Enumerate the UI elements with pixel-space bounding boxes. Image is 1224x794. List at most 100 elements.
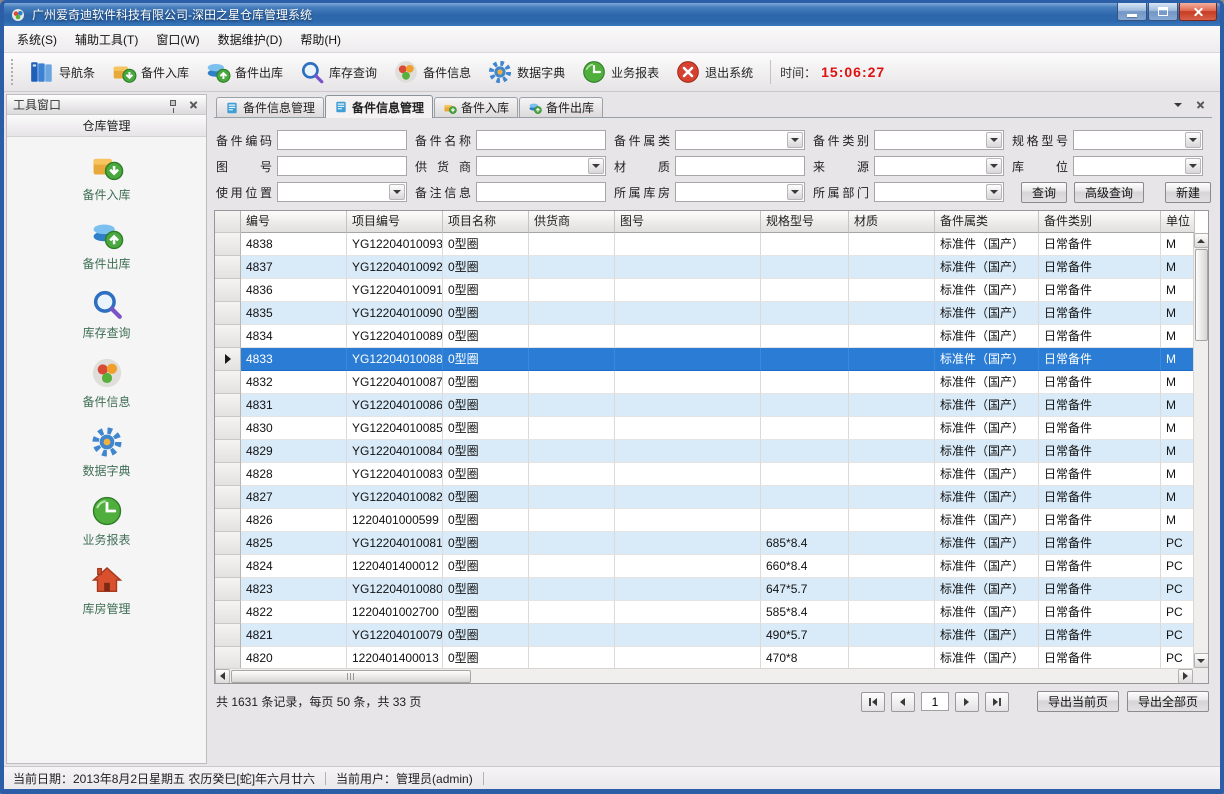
page-number-input[interactable] [921, 692, 949, 711]
tab-stock-in[interactable]: 备件入库 [434, 97, 518, 117]
prev-page-button[interactable] [891, 692, 915, 712]
column-header-project_no[interactable]: 项目编号 [347, 211, 443, 233]
part-type-select[interactable] [874, 130, 1004, 150]
table-row-4831[interactable]: 4831YG122040100860型圈标准件（国产）日常备件M [215, 394, 1208, 417]
table-row-4827[interactable]: 4827YG122040100820型圈标准件（国产）日常备件M [215, 486, 1208, 509]
toolbar-button-inventory-query[interactable]: 库存查询 [291, 56, 385, 88]
column-header-project_name[interactable]: 项目名称 [443, 211, 529, 233]
toolbar-button-biz-report[interactable]: 业务报表 [573, 56, 667, 88]
vertical-scroll-thumb[interactable] [1195, 249, 1208, 341]
field-supplier: 供货商 [415, 156, 610, 176]
column-header-supplier[interactable]: 供货商 [529, 211, 615, 233]
table-row-4826[interactable]: 482612204010005990型圈标准件（国产）日常备件M [215, 509, 1208, 532]
table-row-4824[interactable]: 482412204014000120型圈660*8.4标准件（国产）日常备件PC [215, 555, 1208, 578]
drawing-no-input[interactable] [277, 156, 407, 176]
advanced-query-button[interactable]: 高级查询 [1074, 182, 1144, 203]
own-warehouse-select[interactable] [675, 182, 805, 202]
scroll-up-button[interactable] [1194, 233, 1209, 248]
remark-input[interactable] [476, 182, 606, 202]
toolbar-button-data-dict[interactable]: 数据字典 [479, 56, 573, 88]
export-current-page-button[interactable]: 导出当前页 [1037, 691, 1119, 712]
table-row-4837[interactable]: 4837YG122040100920型圈标准件（国产）日常备件M [215, 256, 1208, 279]
sidebar-item-stock-out[interactable]: 备件出库 [42, 218, 172, 287]
tab-stock-out[interactable]: 备件出库 [519, 97, 603, 117]
table-row-4823[interactable]: 4823YG122040100800型圈647*5.7标准件（国产）日常备件PC [215, 578, 1208, 601]
first-page-button[interactable] [861, 692, 885, 712]
part-category-select[interactable] [675, 130, 805, 150]
own-department-select[interactable] [874, 182, 1004, 202]
table-row-4828[interactable]: 4828YG122040100830型圈标准件（国产）日常备件M [215, 463, 1208, 486]
menu-help[interactable]: 帮助(H) [291, 26, 350, 53]
table-row-4835[interactable]: 4835YG122040100900型圈标准件（国产）日常备件M [215, 302, 1208, 325]
toolbar-button-stock-in[interactable]: 备件入库 [103, 56, 197, 88]
table-row-4832[interactable]: 4832YG122040100870型圈标准件（国产）日常备件M [215, 371, 1208, 394]
sidebar-item-warehouse-mgmt[interactable]: 库房管理 [42, 563, 172, 632]
supplier-select[interactable] [476, 156, 606, 176]
maximize-button[interactable] [1148, 3, 1178, 21]
toolbar-button-stock-out[interactable]: 备件出库 [197, 56, 291, 88]
table-row-4838[interactable]: 4838YG122040100930型圈标准件（国产）日常备件M [215, 233, 1208, 256]
column-header-material[interactable]: 材质 [849, 211, 935, 233]
sidebar-item-data-dict[interactable]: 数据字典 [42, 425, 172, 494]
menu-data-maintain[interactable]: 数据维护(D) [209, 26, 292, 53]
column-header-drawing_no[interactable]: 图号 [615, 211, 761, 233]
horizontal-scroll-thumb[interactable] [231, 670, 471, 683]
vertical-scrollbar[interactable] [1193, 233, 1208, 668]
sidebar-item-stock-in[interactable]: 备件入库 [42, 149, 172, 218]
sidebar-item-inventory-query[interactable]: 库存查询 [42, 287, 172, 356]
toolbar-grip-handle[interactable] [11, 59, 16, 85]
menu-aux-tools[interactable]: 辅助工具(T) [66, 26, 147, 53]
part-name-input[interactable] [476, 130, 606, 150]
table-row-4834[interactable]: 4834YG122040100890型圈标准件（国产）日常备件M [215, 325, 1208, 348]
column-header-type[interactable]: 备件类别 [1039, 211, 1161, 233]
row-indicator [215, 256, 241, 279]
toolbar-button-nav-bar[interactable]: 导航条 [21, 56, 103, 88]
sidebar-item-biz-report[interactable]: 业务报表 [42, 494, 172, 563]
export-all-pages-button[interactable]: 导出全部页 [1127, 691, 1209, 712]
cell-id: 4830 [241, 417, 347, 440]
scroll-right-button[interactable] [1178, 669, 1193, 684]
next-page-button[interactable] [955, 692, 979, 712]
menu-system[interactable]: 系统(S) [8, 26, 66, 53]
table-row-4825[interactable]: 4825YG122040100810型圈685*8.4标准件（国产）日常备件PC [215, 532, 1208, 555]
column-header-spec[interactable]: 规格型号 [761, 211, 849, 233]
scroll-left-button[interactable] [215, 669, 230, 684]
toolbar-button-part-info[interactable]: 备件信息 [385, 56, 479, 88]
pin-button[interactable] [166, 98, 180, 112]
table-row-4821[interactable]: 4821YG122040100790型圈490*5.7标准件（国产）日常备件PC [215, 624, 1208, 647]
table-row-4829[interactable]: 4829YG122040100840型圈标准件（国产）日常备件M [215, 440, 1208, 463]
location-select[interactable] [1073, 156, 1203, 176]
tab-close-button[interactable] [1193, 97, 1208, 112]
cell-material [849, 325, 935, 348]
column-header-category[interactable]: 备件属类 [935, 211, 1039, 233]
table-row-4833[interactable]: 4833YG122040100880型圈标准件（国产）日常备件M [215, 348, 1208, 371]
table-row-4822[interactable]: 482212204010027000型圈585*8.4标准件（国产）日常备件PC [215, 601, 1208, 624]
minimize-button[interactable] [1117, 3, 1147, 21]
toolbar-button-exit-system[interactable]: 退出系统 [667, 56, 761, 88]
material-input[interactable] [675, 156, 805, 176]
new-button[interactable]: 新建 [1165, 182, 1211, 203]
part-code-input[interactable] [277, 130, 407, 150]
use-position-select[interactable] [277, 182, 407, 202]
last-page-button[interactable] [985, 692, 1009, 712]
cell-project_no: YG12204010087 [347, 371, 443, 394]
tab-list-button[interactable] [1170, 97, 1185, 112]
source-select[interactable] [874, 156, 1004, 176]
sidebar-close-button[interactable] [186, 98, 200, 112]
column-header-unit[interactable]: 单位 [1161, 211, 1195, 233]
query-button[interactable]: 查询 [1021, 182, 1067, 203]
table-row-4820[interactable]: 482012204014000130型圈470*8标准件（国产）日常备件PC [215, 647, 1208, 670]
menu-window[interactable]: 窗口(W) [147, 26, 208, 53]
table-row-4830[interactable]: 4830YG122040100850型圈标准件（国产）日常备件M [215, 417, 1208, 440]
tab-part-info-mgmt-1[interactable]: 备件信息管理 [216, 97, 324, 117]
toolbar: 导航条备件入库备件出库库存查询备件信息数据字典业务报表退出系统 时间： 15:0… [4, 53, 1220, 92]
horizontal-scrollbar[interactable] [215, 668, 1193, 683]
column-header-id[interactable]: 编号 [241, 211, 347, 233]
tab-part-info-mgmt-2[interactable]: 备件信息管理 [325, 95, 433, 118]
tab-doc-icon [225, 101, 239, 115]
sidebar-item-part-info[interactable]: 备件信息 [42, 356, 172, 425]
scroll-down-button[interactable] [1194, 653, 1209, 668]
spec-model-select[interactable] [1073, 130, 1203, 150]
table-row-4836[interactable]: 4836YG122040100910型圈标准件（国产）日常备件M [215, 279, 1208, 302]
close-button[interactable] [1179, 3, 1217, 21]
